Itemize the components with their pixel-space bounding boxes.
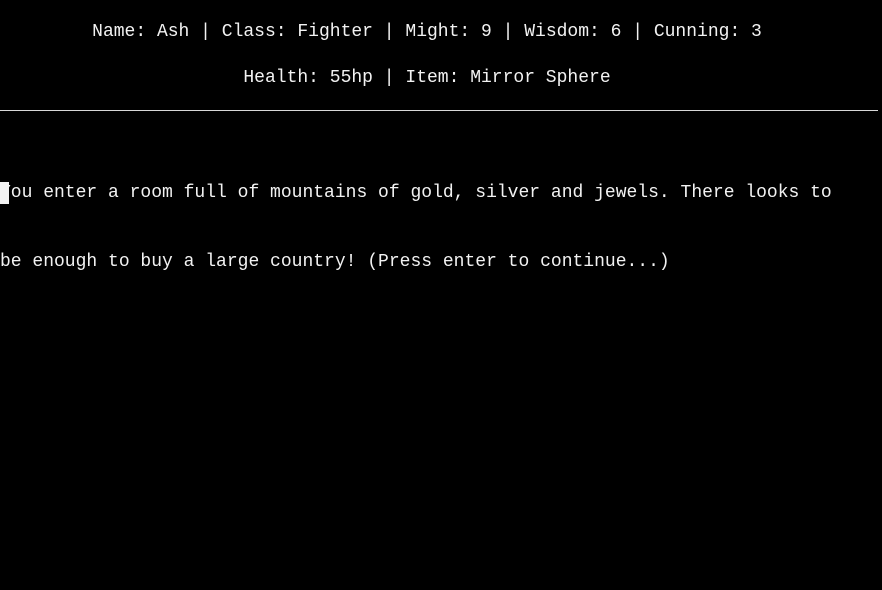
terminal-window[interactable]: Name: Ash | Class: Fighter | Might: 9 | … <box>0 0 882 590</box>
health-item-line: Health: 55hp | Item: Mirror Sphere <box>243 68 611 88</box>
character-stats-line: Name: Ash | Class: Fighter | Might: 9 | … <box>92 22 762 42</box>
input-cursor[interactable] <box>0 182 9 204</box>
story-text-line: be enough to buy a large country! (Press… <box>0 252 670 272</box>
story-text-line: You enter a room full of mountains of go… <box>0 183 832 203</box>
status-divider <box>0 110 878 111</box>
story-text: You enter a room full of mountains of go… <box>0 136 870 320</box>
